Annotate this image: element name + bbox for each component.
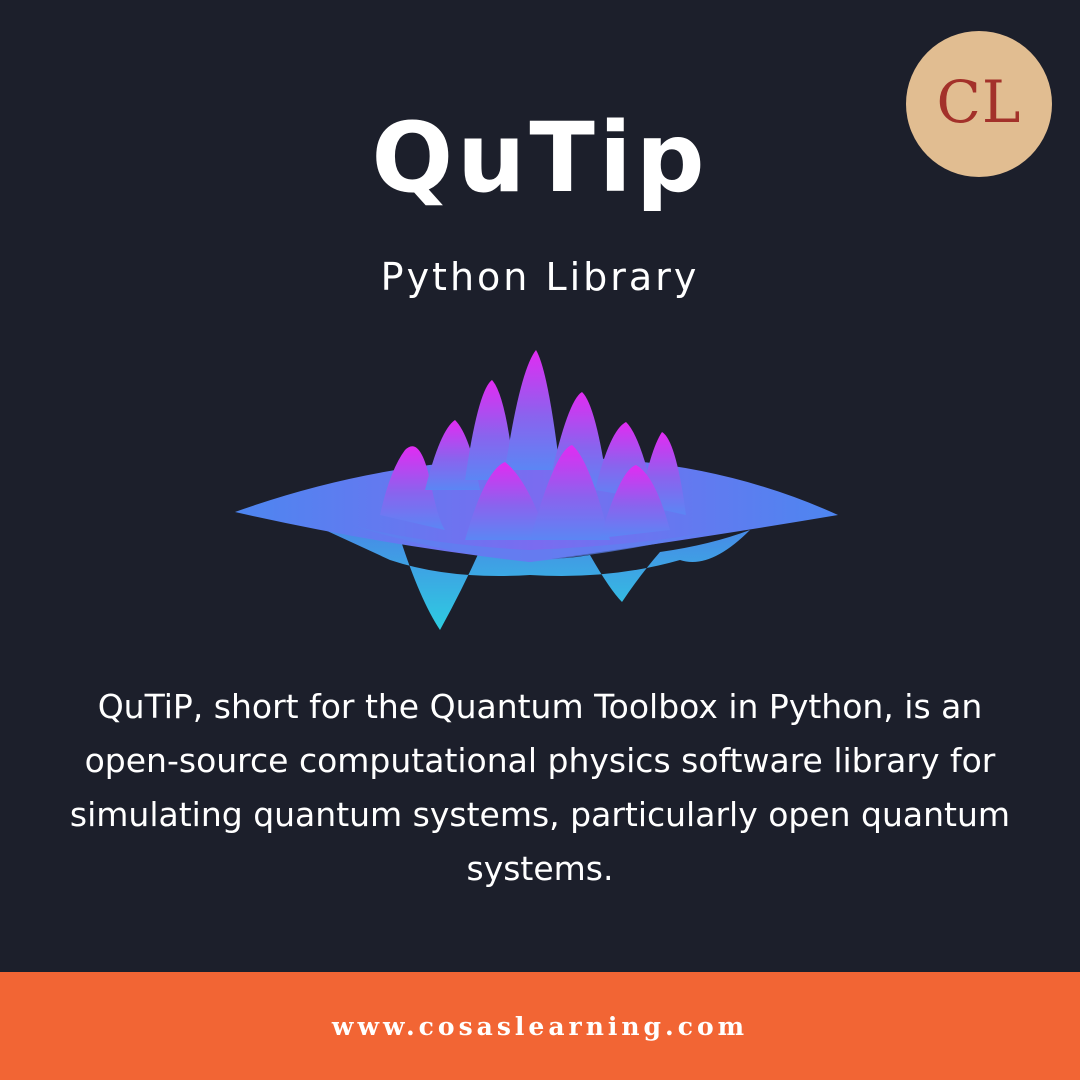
footer-bar: www.cosaslearning.com [0,972,1080,1080]
page-subtitle: Python Library [380,255,700,299]
website-url[interactable]: www.cosaslearning.com [332,1012,748,1041]
description-text: QuTiP, short for the Quantum Toolbox in … [69,687,1011,888]
quantum-wave-illustration [235,350,838,630]
page-title: QuTip [371,102,709,214]
